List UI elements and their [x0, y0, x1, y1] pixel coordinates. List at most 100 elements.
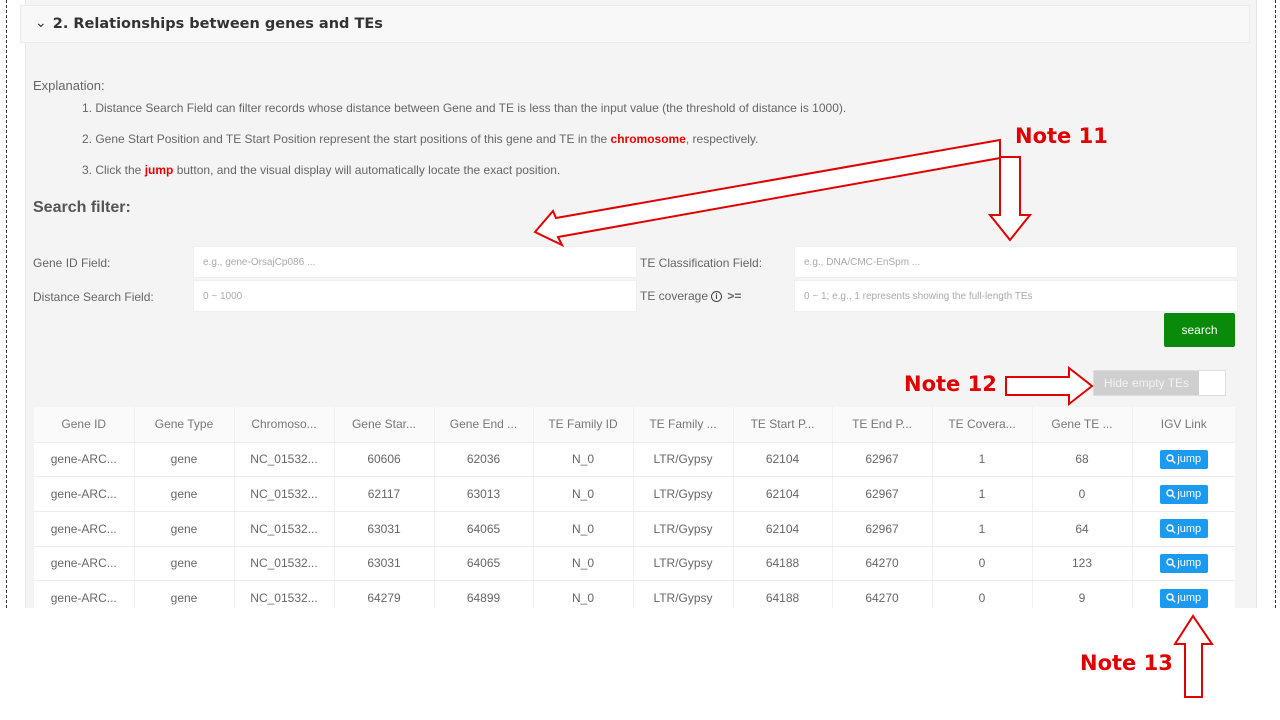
table-cell: gene: [134, 442, 235, 478]
table-row: gene-ARC... gene NC_01532... 62117 63013 N_0 L…: [34, 476, 1235, 512]
section-title: 2. Relationships between genes and TEs: [52, 16, 383, 32]
distance-label: Distance Search Field:: [33, 290, 154, 304]
search-icon: [1166, 489, 1177, 499]
table-cell: NC_01532...: [234, 476, 335, 512]
explanation-text: button, and the visual display will auto…: [173, 163, 561, 177]
column-header[interactable]: Gene TE ...: [1032, 407, 1133, 443]
column-header[interactable]: Gene End ...: [434, 407, 534, 443]
table-cell: 64188: [733, 546, 833, 582]
table-cell: gene-ARC...: [34, 580, 135, 608]
jump-button[interactable]: jump: [1159, 588, 1208, 608]
jump-button[interactable]: jump: [1159, 484, 1208, 504]
table-cell: 0: [1032, 476, 1133, 512]
distance-field-wrap: [193, 280, 637, 312]
table-cell: NC_01532...: [234, 511, 335, 547]
table-cell: gene: [134, 476, 235, 512]
distance-input[interactable]: [203, 290, 636, 302]
igv-link-cell: jump: [1132, 476, 1235, 512]
table-cell: 62967: [832, 511, 933, 547]
table-cell: 63031: [334, 511, 435, 547]
table-cell: 62967: [832, 442, 933, 478]
column-header[interactable]: TE Family ...: [633, 407, 734, 443]
column-header[interactable]: Gene Star...: [334, 407, 435, 443]
gene-id-field-wrap: [193, 246, 637, 278]
gene-id-label: Gene ID Field:: [33, 256, 111, 270]
te-coverage-input[interactable]: [804, 290, 1237, 302]
table-cell: 123: [1032, 546, 1133, 582]
igv-link-cell: jump: [1132, 546, 1235, 582]
hide-empty-tes-toggle[interactable]: Hide empty TEs: [1093, 370, 1226, 396]
note13-arrow-up: [1173, 614, 1214, 698]
table-cell: LTR/Gypsy: [633, 580, 734, 608]
column-header[interactable]: IGV Link: [1132, 407, 1235, 443]
note-13-label: Note 13: [1080, 651, 1173, 675]
igv-link-cell: jump: [1132, 580, 1235, 608]
chevron-down-icon[interactable]: ⌄: [35, 14, 47, 31]
column-header[interactable]: Chromoso...: [234, 407, 335, 443]
table-cell: 64065: [434, 546, 534, 582]
gene-id-input[interactable]: [203, 256, 636, 268]
table-cell: 64270: [832, 580, 933, 608]
jump-button[interactable]: jump: [1159, 519, 1208, 539]
search-button[interactable]: search: [1164, 313, 1235, 347]
column-header[interactable]: Gene ID: [34, 407, 135, 443]
table-row: gene-ARC... gene NC_01532... 60606 62036 N_0 L…: [34, 442, 1235, 478]
highlight-keyword: jump: [144, 163, 174, 177]
table-cell: LTR/Gypsy: [633, 511, 734, 547]
table-cell: gene-ARC...: [34, 476, 135, 512]
table-cell: LTR/Gypsy: [633, 546, 734, 582]
table-cell: NC_01532...: [234, 442, 335, 478]
table-cell: 9: [1032, 580, 1133, 608]
column-header[interactable]: TE Family ID: [533, 407, 634, 443]
table-cell: 63031: [334, 546, 435, 582]
column-header[interactable]: TE Covera...: [932, 407, 1033, 443]
note-12-label: Note 12: [904, 372, 997, 396]
table-cell: 64065: [434, 511, 534, 547]
explanation-text: 1. Distance Search Field can filter reco…: [82, 101, 847, 115]
explanation-text: 3. Click the: [82, 163, 145, 177]
jump-label: jump: [1177, 453, 1202, 466]
explanation-item-3: 3. Click the jump button, and the visual…: [82, 163, 560, 177]
igv-link-cell: jump: [1132, 511, 1235, 547]
table-cell: 62104: [733, 511, 833, 547]
table-cell: 64: [1032, 511, 1133, 547]
table-cell: gene-ARC...: [34, 546, 135, 582]
table-cell: gene-ARC...: [34, 511, 135, 547]
jump-button[interactable]: jump: [1159, 449, 1208, 469]
search-icon: [1166, 593, 1177, 603]
table-cell: 64270: [832, 546, 933, 582]
table-cell: 1: [932, 476, 1033, 512]
column-header[interactable]: TE End P...: [832, 407, 933, 443]
table-row: gene-ARC... gene NC_01532... 64279 64899 N_0 L…: [34, 580, 1235, 608]
info-icon[interactable]: i: [711, 291, 723, 303]
jump-button[interactable]: jump: [1159, 553, 1208, 573]
column-header[interactable]: Gene Type: [134, 407, 235, 443]
table-cell: gene: [134, 546, 235, 582]
table-row: gene-ARC... gene NC_01532... 63031 64065 N_0 L…: [34, 546, 1235, 582]
jump-label: jump: [1177, 592, 1202, 605]
table-cell: 1: [932, 511, 1033, 547]
explanation-text: , respectively.: [685, 132, 759, 146]
table-cell: 64188: [733, 580, 833, 608]
te-classification-input[interactable]: [804, 256, 1237, 268]
table-cell: 60606: [334, 442, 435, 478]
table-cell: N_0: [533, 442, 634, 478]
table-cell: 62117: [334, 476, 435, 512]
table-cell: 0: [932, 580, 1033, 608]
table-cell: 64279: [334, 580, 435, 608]
search-filter-title: Search filter:: [33, 199, 131, 216]
section-collapse-header[interactable]: ⌄ 2. Relationships between genes and TEs: [20, 5, 1250, 43]
table-cell: NC_01532...: [234, 580, 335, 608]
table-cell: 0: [932, 546, 1033, 582]
hide-empty-tes-label: Hide empty TEs: [1094, 371, 1199, 395]
table-cell: LTR/Gypsy: [633, 476, 734, 512]
table-cell: gene: [134, 511, 235, 547]
explanation-item-2: 2. Gene Start Position and TE Start Posi…: [82, 132, 758, 146]
search-icon: [1166, 558, 1177, 569]
igv-link-cell: jump: [1132, 442, 1235, 478]
explanation-text: 2. Gene Start Position and TE Start Posi…: [82, 132, 611, 146]
column-header[interactable]: TE Start P...: [733, 407, 833, 443]
table-cell: 68: [1032, 442, 1133, 478]
table-cell: LTR/Gypsy: [633, 442, 734, 478]
toggle-knob[interactable]: [1199, 371, 1225, 395]
